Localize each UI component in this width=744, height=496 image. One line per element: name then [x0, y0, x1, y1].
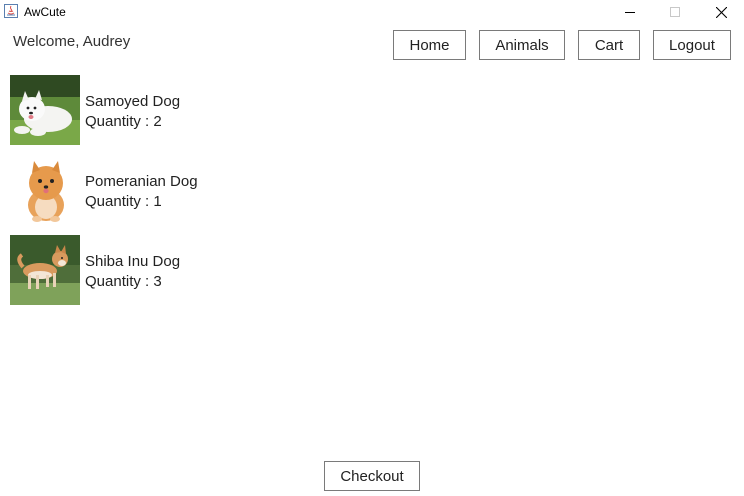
item-quantity: Quantity : 3 — [85, 273, 162, 290]
item-name: Samoyed Dog — [85, 93, 181, 110]
cart-item: Pomeranian Dog Quantity : 1 — [10, 155, 410, 225]
minimize-button[interactable] — [607, 0, 653, 24]
pomeranian-photo — [10, 155, 80, 225]
close-button[interactable] — [698, 0, 744, 24]
java-app-icon — [4, 4, 18, 18]
shiba-inu-photo — [10, 235, 80, 305]
cart-item: Shiba Inu Dog Quantity : 3 — [10, 235, 410, 305]
maximize-button[interactable] — [652, 0, 698, 24]
checkout-button[interactable]: Checkout — [324, 461, 420, 491]
close-icon — [715, 6, 727, 18]
maximize-icon — [670, 7, 680, 17]
home-button[interactable]: Home — [393, 30, 466, 60]
item-quantity: Quantity : 2 — [85, 113, 162, 130]
welcome-label: Welcome, Audrey — [13, 33, 131, 50]
window-titlebar: AwCute — [0, 0, 744, 24]
logout-button[interactable]: Logout — [653, 30, 731, 60]
item-name: Shiba Inu Dog — [85, 253, 181, 270]
animals-button[interactable]: Animals — [479, 30, 565, 60]
window-title: AwCute — [24, 5, 66, 19]
samoyed-photo — [10, 75, 80, 145]
cart-item: Samoyed Dog Quantity : 2 — [10, 75, 410, 145]
cart-button[interactable]: Cart — [578, 30, 640, 60]
item-name: Pomeranian Dog — [85, 173, 198, 190]
minimize-icon — [625, 12, 635, 13]
item-quantity: Quantity : 1 — [85, 193, 162, 210]
